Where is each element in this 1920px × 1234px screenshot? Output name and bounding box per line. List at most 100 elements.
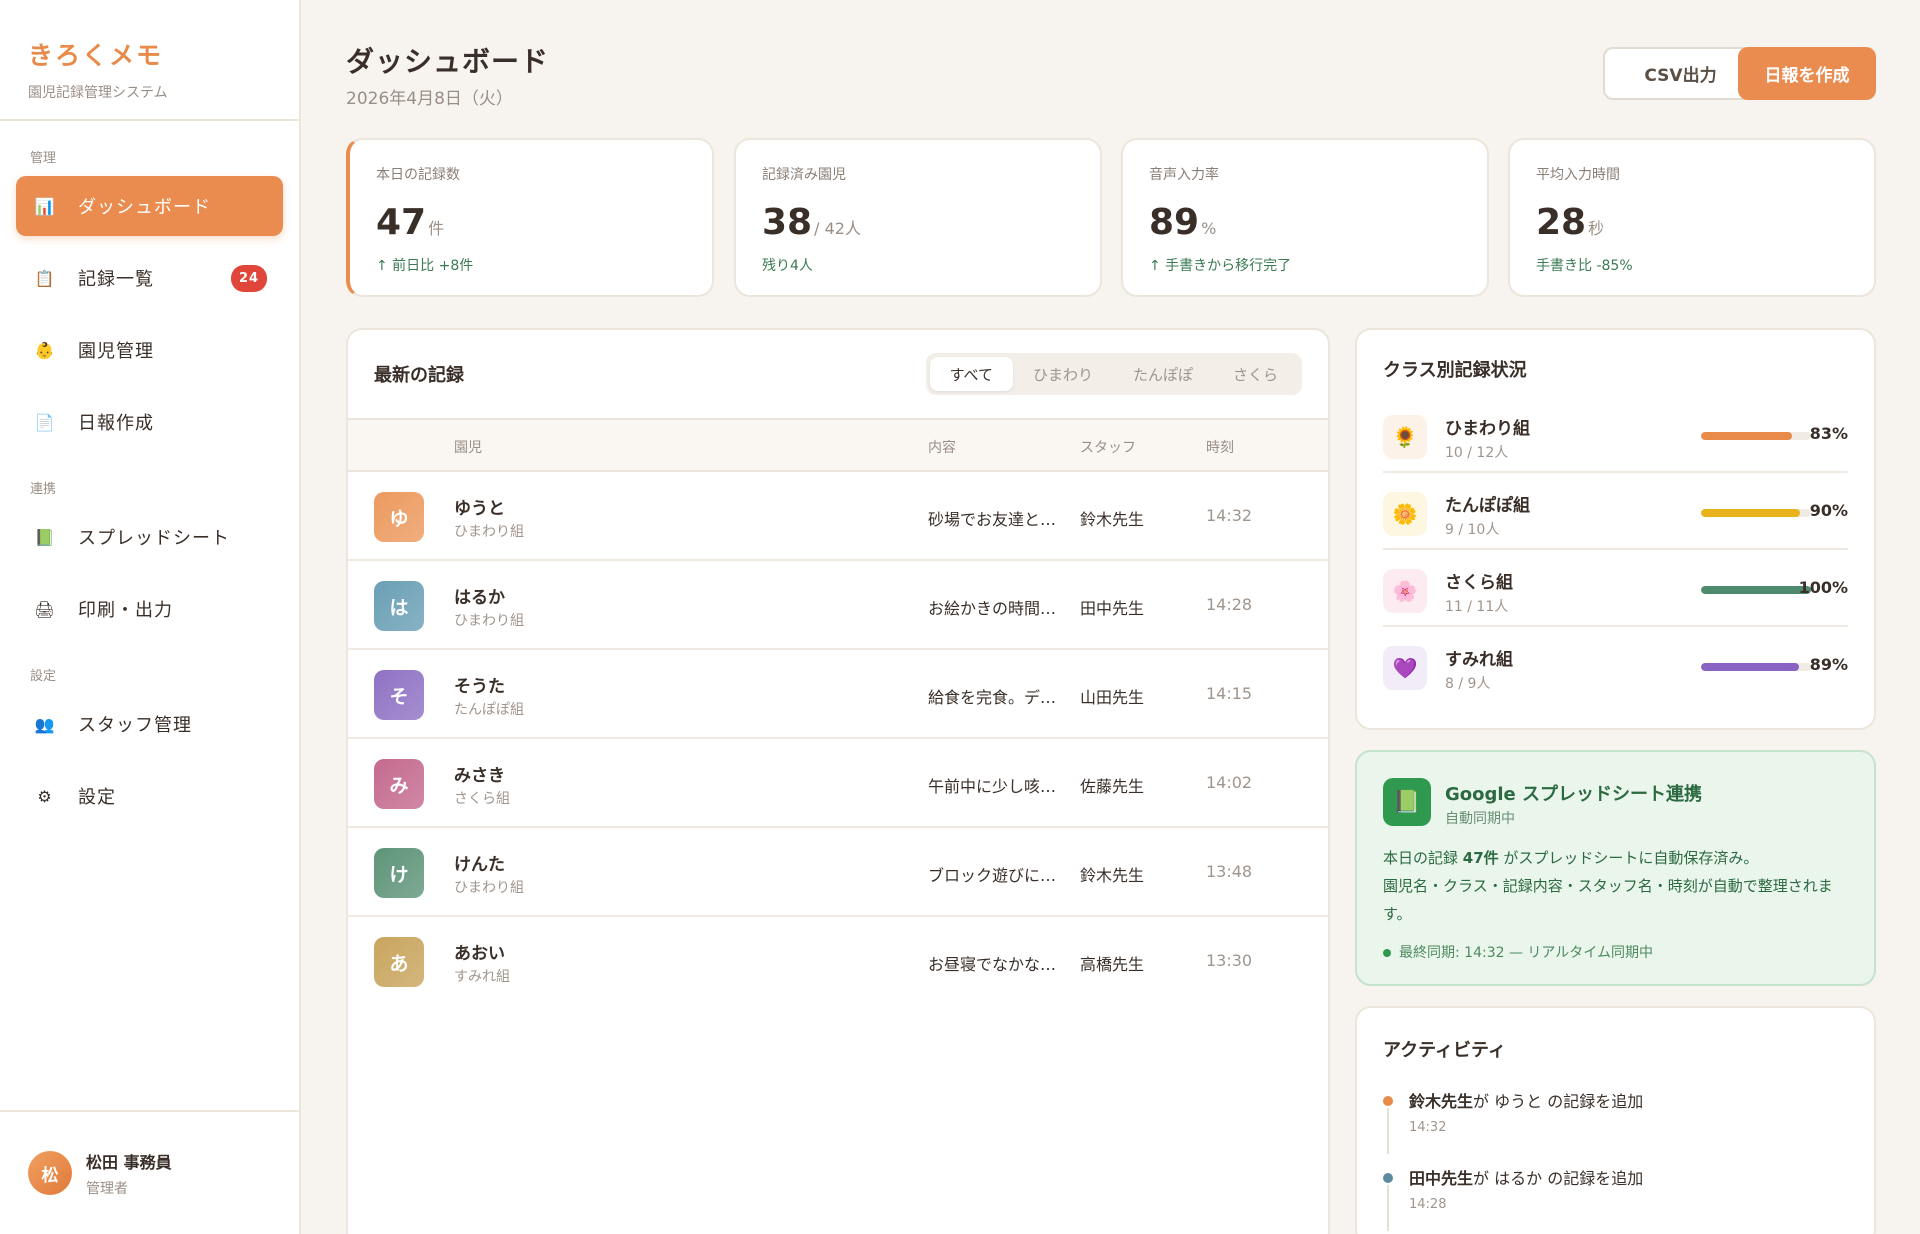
record-staff: 佐藤先生 — [1080, 777, 1145, 796]
activity-time: 14:32 — [1409, 1120, 1447, 1135]
timeline-line — [1387, 1108, 1389, 1154]
class-status-panel: クラス別記録状況 🌻 ひまわり組 10 / 12人 83% 🌼 たんぽぽ組 9 … — [1355, 328, 1876, 730]
class-progress-bar — [1701, 586, 1811, 594]
brand: きろくメモ 園児記録管理システム — [0, 0, 299, 121]
staff-icon: 👥 — [34, 714, 56, 734]
class-status-list: 🌻 ひまわり組 10 / 12人 83% 🌼 たんぽぽ組 9 / 10人 90%… — [1383, 396, 1848, 704]
stat-label: 平均入力時間 — [1536, 167, 1620, 183]
class-status-row[interactable]: 🌻 ひまわり組 10 / 12人 83% — [1383, 396, 1848, 473]
spreadsheet-icon: 📗 — [34, 527, 56, 547]
gear-icon: ⚙ — [37, 786, 53, 806]
records-count-badge: 24 — [231, 265, 267, 292]
class-progress-fill — [1701, 432, 1793, 440]
activity-panel: アクティビティ 鈴木先生が ゆうと の記録を追加 14:32 田中先生が はるか… — [1355, 1006, 1876, 1234]
activity-actor: 田中先生 — [1409, 1169, 1474, 1188]
child-avatar: け — [374, 848, 424, 898]
sidebar-item-label: ダッシュボード — [78, 197, 211, 218]
printer-icon: 🖨 — [34, 599, 56, 619]
tab-himawari[interactable]: ひまわり — [1013, 357, 1113, 391]
record-time: 13:30 — [1206, 951, 1253, 970]
sidebar: きろくメモ 園児記録管理システム 管理 📊 ダッシュボード 📋 記録一覧 24 … — [0, 0, 301, 1234]
class-status-row[interactable]: 💜 すみれ組 8 / 9人 89% — [1383, 627, 1848, 704]
app-title: きろくメモ — [28, 41, 164, 70]
class-name: さくら組 — [1445, 573, 1513, 593]
child-class: ひまわり組 — [454, 524, 524, 540]
sidebar-item-children[interactable]: 👶 園児管理 — [16, 320, 283, 380]
sidebar-item-label: 設定 — [78, 787, 116, 808]
record-staff: 鈴木先生 — [1080, 866, 1145, 885]
csv-export-button[interactable]: CSV出力 — [1603, 47, 1758, 100]
violet-heart-icon: 💜 — [1383, 646, 1427, 690]
class-progress-bar — [1701, 432, 1811, 440]
class-filter-tabs: すべて ひまわり たんぽぽ さくら — [925, 353, 1302, 395]
sync-status: 最終同期: 14:32 — リアルタイム同期中 — [1383, 942, 1653, 962]
user-profile[interactable]: 松 松田 事務員 管理者 — [0, 1110, 299, 1234]
class-status-row[interactable]: 🌸 さくら組 11 / 11人 100% — [1383, 550, 1848, 627]
class-count: 8 / 9人 — [1445, 676, 1491, 692]
record-time: 14:02 — [1206, 773, 1253, 792]
child-name: そうた — [454, 677, 505, 697]
sidebar-item-print[interactable]: 🖨 印刷・出力 — [16, 579, 283, 639]
stat-card-voice-input-rate: 音声入力率 89% ↑ 手書きから移行完了 — [1121, 138, 1489, 297]
activity-actor: 鈴木先生 — [1409, 1092, 1474, 1111]
class-progress-bar — [1701, 663, 1811, 671]
child-class: たんぽぽ組 — [454, 702, 524, 718]
user-role: 管理者 — [86, 1180, 128, 1197]
stat-card-records-today: 本日の記録数 47 件 ↑ 前日比 +8件 — [346, 138, 714, 297]
record-time: 13:48 — [1206, 862, 1253, 881]
sidebar-item-staff[interactable]: 👥 スタッフ管理 — [16, 694, 283, 754]
user-name: 松田 事務員 — [86, 1152, 172, 1172]
nav-section-settings: 設定 — [30, 669, 57, 684]
activity-item: 鈴木先生が ゆうと の記録を追加 14:32 — [1383, 1088, 1848, 1165]
record-content: 砂場でお友達と… — [928, 510, 1057, 529]
class-status-row[interactable]: 🌼 たんぽぽ組 9 / 10人 90% — [1383, 473, 1848, 550]
table-row[interactable]: は はるか ひまわり組 お絵かきの時間… 田中先生 14:28 — [348, 561, 1328, 650]
record-staff: 山田先生 — [1080, 688, 1145, 707]
record-time: 14:28 — [1206, 595, 1253, 614]
sidebar-item-daily-report[interactable]: 📄 日報作成 — [16, 392, 283, 452]
record-time: 14:32 — [1206, 506, 1253, 525]
app-subtitle: 園児記録管理システム — [28, 85, 168, 101]
stat-unit: / 42人 — [814, 219, 861, 238]
child-avatar: そ — [374, 670, 424, 720]
activity-text: が ゆうと の記録を追加 — [1473, 1092, 1644, 1111]
stat-note: 残り4人 — [762, 258, 813, 274]
stat-card-average-input-time: 平均入力時間 28 秒 手書き比 -85% — [1508, 138, 1876, 297]
page-date: 2026年4月8日（火） — [346, 89, 513, 109]
child-name: けんた — [454, 855, 505, 875]
child-avatar: み — [374, 759, 424, 809]
tab-tanpopo[interactable]: たんぽぽ — [1113, 357, 1213, 391]
sync-title: Google スプレッドシート連携 — [1445, 784, 1703, 805]
class-count: 10 / 12人 — [1445, 445, 1509, 461]
timeline-dot-icon — [1383, 1173, 1393, 1183]
table-row[interactable]: あ あおい すみれ組 お昼寝でなかな… 高橋先生 13:30 — [348, 917, 1328, 1006]
sidebar-item-settings[interactable]: ⚙ 設定 — [16, 766, 283, 826]
child-class: ひまわり組 — [454, 880, 524, 896]
table-header: 園児 内容 スタッフ 時刻 — [348, 420, 1328, 472]
activity-item: 田中先生が はるか の記録を追加 14:28 — [1383, 1165, 1848, 1234]
clipboard-icon: 📋 — [34, 268, 56, 288]
tab-sakura[interactable]: さくら — [1213, 357, 1298, 391]
class-name: たんぽぽ組 — [1445, 496, 1530, 516]
table-row[interactable]: そ そうた たんぽぽ組 給食を完食。デ… 山田先生 14:15 — [348, 650, 1328, 739]
class-name: すみれ組 — [1445, 650, 1513, 670]
stat-unit: 秒 — [1588, 219, 1605, 238]
create-report-button[interactable]: 日報を作成 — [1738, 47, 1876, 100]
table-row[interactable]: ゆ ゆうと ひまわり組 砂場でお友達と… 鈴木先生 14:32 — [348, 472, 1328, 561]
stat-unit: 件 — [428, 219, 445, 238]
stat-label: 本日の記録数 — [376, 167, 460, 183]
sidebar-item-records[interactable]: 📋 記録一覧 24 — [16, 248, 283, 308]
recent-records-panel: 最新の記録 すべて ひまわり たんぽぽ さくら 園児 内容 スタッフ 時刻 ゆ … — [346, 328, 1330, 1234]
panel-title: 最新の記録 — [374, 365, 464, 386]
table-row[interactable]: け けんた ひまわり組 ブロック遊びに… 鈴木先生 13:48 — [348, 828, 1328, 917]
class-progress-fill — [1701, 509, 1800, 517]
table-row[interactable]: み みさき さくら組 午前中に少し咳… 佐藤先生 14:02 — [348, 739, 1328, 828]
tab-all[interactable]: すべて — [929, 357, 1013, 391]
sidebar-item-spreadsheet[interactable]: 📗 スプレッドシート — [16, 507, 283, 567]
sidebar-item-dashboard[interactable]: 📊 ダッシュボード — [16, 176, 283, 236]
google-sheets-sync-panel[interactable]: 📗 Google スプレッドシート連携 自動同期中 本日の記録 47件 がスプレ… — [1355, 750, 1876, 986]
stat-value: 47 — [376, 202, 427, 243]
records-table-body: ゆ ゆうと ひまわり組 砂場でお友達と… 鈴木先生 14:32 は はるか ひま… — [348, 472, 1328, 1006]
stat-value: 38 — [762, 202, 813, 243]
nav-section-manage: 管理 — [30, 151, 57, 166]
